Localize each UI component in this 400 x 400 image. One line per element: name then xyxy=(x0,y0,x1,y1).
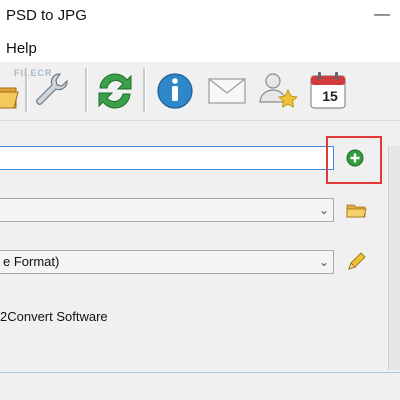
source-file-input[interactable] xyxy=(0,146,334,170)
edit-format-button[interactable] xyxy=(345,251,367,273)
envelope-icon xyxy=(208,78,246,104)
folder-icon xyxy=(346,204,367,218)
plus-circle-icon xyxy=(346,149,364,167)
side-panel xyxy=(388,146,400,370)
info-icon xyxy=(157,73,193,109)
minimize-button[interactable]: — xyxy=(374,6,390,24)
folder-open-icon xyxy=(0,87,19,109)
output-folder-select[interactable]: ⌄ xyxy=(0,198,334,222)
browse-folder-button[interactable] xyxy=(345,200,367,220)
register-button[interactable] xyxy=(254,66,300,114)
refresh-button[interactable] xyxy=(92,66,138,114)
calendar-day: 15 xyxy=(322,88,338,104)
output-format-select[interactable]: e Format) ⌄ xyxy=(0,250,334,274)
settings-button[interactable] xyxy=(30,66,76,114)
wrench-icon xyxy=(36,73,68,105)
email-button[interactable] xyxy=(204,66,250,114)
menu-bar xyxy=(0,34,400,62)
open-folder-button[interactable] xyxy=(0,66,24,114)
output-format-value: e Format) xyxy=(3,254,60,269)
add-file-button[interactable] xyxy=(346,149,364,167)
window-title: PSD to JPG xyxy=(6,7,87,24)
software-label: 2Convert Software xyxy=(0,309,108,324)
pencil-icon xyxy=(348,252,366,270)
divider xyxy=(0,372,400,373)
refresh-icon xyxy=(98,73,132,109)
chevron-down-icon: ⌄ xyxy=(318,255,329,269)
menu-help[interactable]: Help xyxy=(6,40,37,57)
chevron-down-icon: ⌄ xyxy=(318,203,329,217)
info-button[interactable] xyxy=(152,66,198,114)
user-star-icon xyxy=(259,73,298,108)
